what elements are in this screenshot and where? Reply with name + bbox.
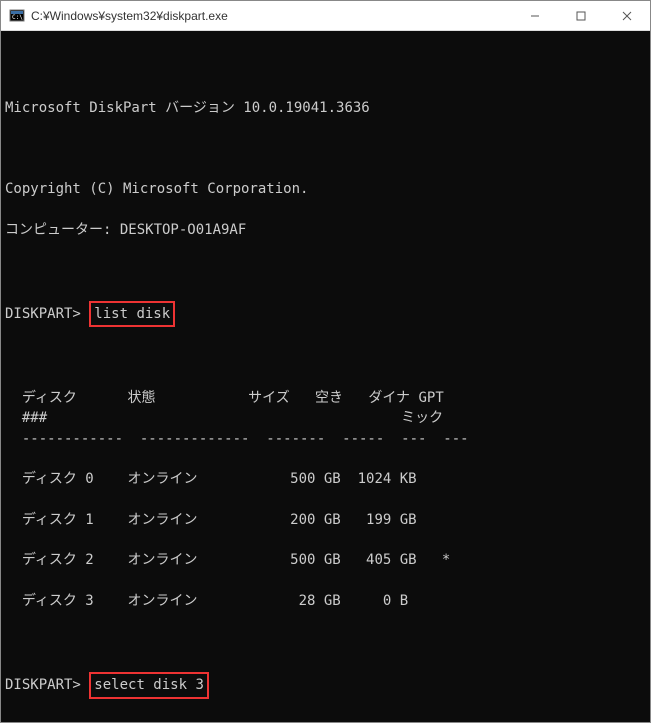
table-row: ディスク 0 オンライン 500 GB 1024 KB xyxy=(5,469,646,489)
prompt: DISKPART> xyxy=(5,306,81,322)
maximize-button[interactable] xyxy=(558,1,604,30)
window-controls xyxy=(512,1,650,30)
disk-table-divider: ------------ ------------- ------- -----… xyxy=(5,429,646,449)
computer-line: コンピューター: DESKTOP-O01A9AF xyxy=(5,220,646,240)
terminal-output[interactable]: Microsoft DiskPart バージョン 10.0.19041.3636… xyxy=(1,31,650,722)
close-button[interactable] xyxy=(604,1,650,30)
cmd-select-disk: select disk 3 xyxy=(89,672,209,698)
copyright-line: Copyright (C) Microsoft Corporation. xyxy=(5,179,646,199)
minimize-button[interactable] xyxy=(512,1,558,30)
disk-table-header: ディスク 状態 サイズ 空き ダイナ GPT ### ミック xyxy=(5,390,444,426)
prompt: DISKPART> xyxy=(5,677,81,693)
svg-text:C:\: C:\ xyxy=(12,14,23,21)
table-row: ディスク 2 オンライン 500 GB 405 GB * xyxy=(5,550,646,570)
table-row: ディスク 1 オンライン 200 GB 199 GB xyxy=(5,510,646,530)
table-row: ディスク 3 オンライン 28 GB 0 B xyxy=(5,591,646,611)
app-icon: C:\ xyxy=(9,8,25,24)
titlebar[interactable]: C:\ C:¥Windows¥system32¥diskpart.exe xyxy=(1,1,650,31)
diskpart-window: C:\ C:¥Windows¥system32¥diskpart.exe Mic… xyxy=(0,0,651,723)
version-line: Microsoft DiskPart バージョン 10.0.19041.3636 xyxy=(5,98,646,118)
cmd-list-disk: list disk xyxy=(89,301,175,327)
window-title: C:¥Windows¥system32¥diskpart.exe xyxy=(31,9,512,23)
